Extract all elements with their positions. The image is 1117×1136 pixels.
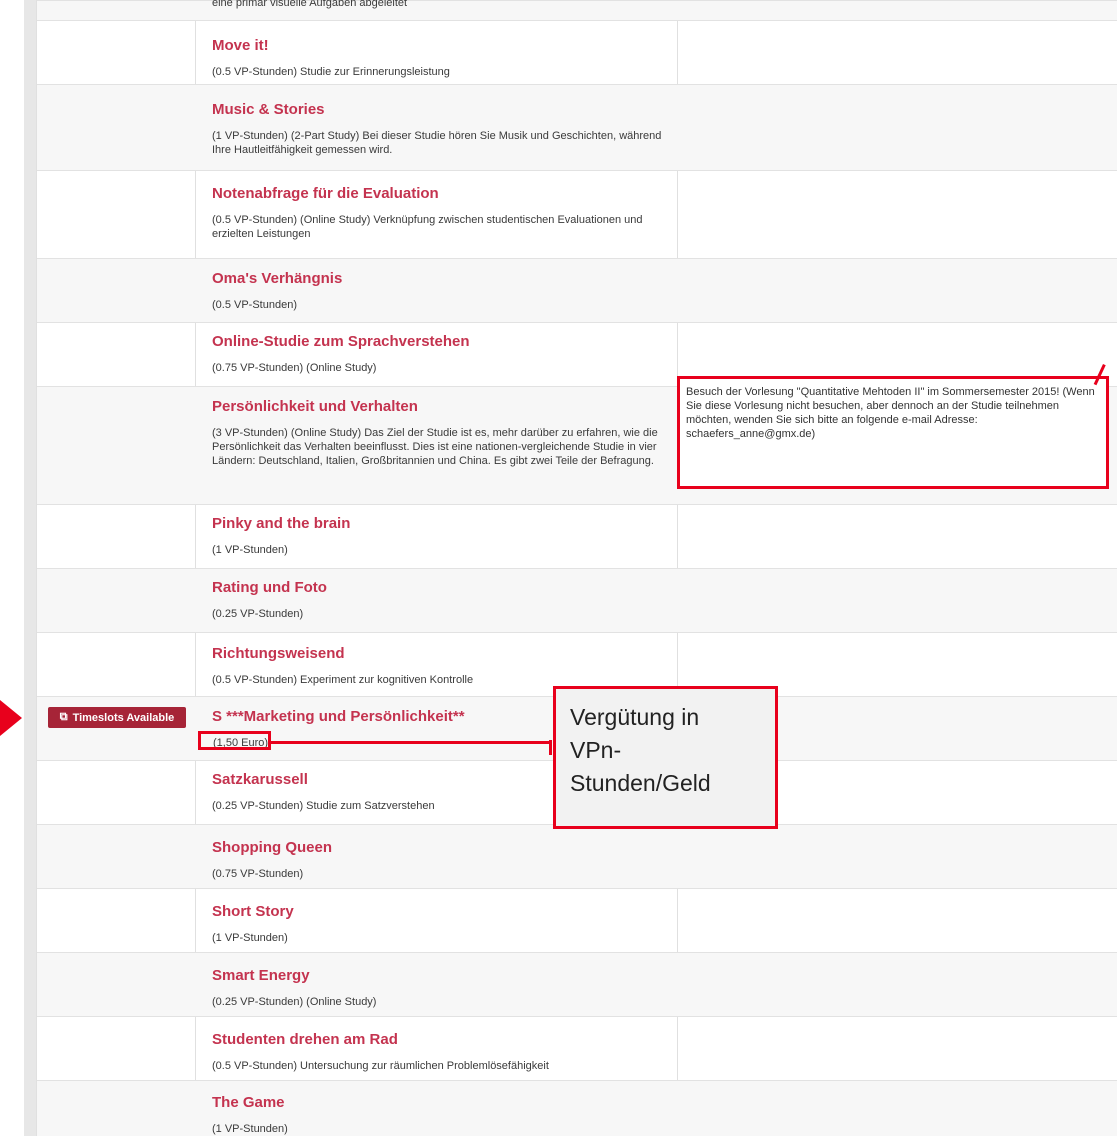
study-title-link[interactable]: Studenten drehen am Rad <box>212 1031 672 1049</box>
study-description: (0.25 VP-Stunden) (Online Study) <box>212 996 377 1008</box>
study-table: eine primär visuelle Aufgaben abgeleitet… <box>36 0 1117 1136</box>
table-row: The Game (1 VP-Stunden) <box>37 1080 1117 1136</box>
study-description: (1 VP-Stunden) <box>212 1123 288 1135</box>
external-link-icon: ⧉ <box>59 711 68 723</box>
study-description: (1 VP-Stunden) <box>212 932 288 944</box>
study-title-link[interactable]: Online-Studie zum Sprachverstehen <box>212 333 672 351</box>
study-description: (0.5 VP-Stunden) Untersuchung zur räumli… <box>212 1060 549 1072</box>
timeslots-available-label: Timeslots Available <box>72 711 175 724</box>
table-row: Short Story (1 VP-Stunden) <box>37 888 1117 952</box>
study-description: (0.5 VP-Stunden) Studie zur Erinnerungsl… <box>212 66 450 78</box>
table-row: Oma's Verhängnis (0.5 VP-Stunden) <box>37 258 1117 322</box>
table-row: Move it! (0.5 VP-Stunden) Studie zur Eri… <box>37 20 1117 84</box>
compensation-callout: Vergütung in VPn- Stunden/Geld <box>553 686 778 829</box>
timeslots-available-button[interactable]: ⧉ Timeslots Available <box>48 707 186 728</box>
study-title-link[interactable]: Move it! <box>212 37 672 55</box>
table-row: Shopping Queen (0.75 VP-Stunden) <box>37 824 1117 888</box>
study-description: (3 VP-Stunden) (Online Study) Das Ziel d… <box>212 427 658 467</box>
table-row: Smart Energy (0.25 VP-Stunden) (Online S… <box>37 952 1117 1016</box>
study-title-link[interactable]: Rating und Foto <box>212 579 672 597</box>
callout-line: Vergütung in <box>570 704 700 730</box>
annotation-connector <box>271 741 551 744</box>
study-title-link[interactable]: Short Story <box>212 903 672 921</box>
left-border <box>24 0 36 1136</box>
study-title-link[interactable]: Music & Stories <box>212 101 672 119</box>
annotation-arrow <box>0 700 22 736</box>
study-title-link[interactable]: The Game <box>212 1094 672 1112</box>
callout-line: VPn- <box>570 737 622 763</box>
study-description: (0.5 VP-Stunden) <box>212 299 297 311</box>
table-row: Rating und Foto (0.25 VP-Stunden) <box>37 568 1117 632</box>
study-title-link[interactable]: Smart Energy <box>212 967 672 985</box>
eligibility-note-text: Besuch der Vorlesung "Quantitative Mehto… <box>686 386 1095 440</box>
table-row: Studenten drehen am Rad (0.5 VP-Stunden)… <box>37 1016 1117 1080</box>
annotation-connector <box>549 740 552 755</box>
table-row: Pinky and the brain (1 VP-Stunden) <box>37 504 1117 568</box>
study-title-link[interactable]: Notenabfrage für die Evaluation <box>212 185 672 203</box>
study-description: (0.75 VP-Stunden) <box>212 868 304 880</box>
table-row: eine primär visuelle Aufgaben abgeleitet <box>37 0 1117 20</box>
study-description: (1 VP-Stunden) <box>212 544 288 556</box>
study-description: (0.75 VP-Stunden) (Online Study) <box>212 362 377 374</box>
study-title-link[interactable]: Oma's Verhängnis <box>212 270 672 288</box>
study-description: (0.25 VP-Stunden) <box>212 608 304 620</box>
study-title-link[interactable]: Richtungsweisend <box>212 645 672 663</box>
study-description: (0.5 VP-Stunden) Experiment zur kognitiv… <box>212 674 474 686</box>
table-row: Notenabfrage für die Evaluation (0.5 VP-… <box>37 170 1117 258</box>
study-title-link[interactable]: Pinky and the brain <box>212 515 672 533</box>
cut-off-description: eine primär visuelle Aufgaben abgeleitet <box>212 0 408 9</box>
table-row: Music & Stories (1 VP-Stunden) (2-Part S… <box>37 84 1117 170</box>
eligibility-note-highlight: Besuch der Vorlesung "Quantitative Mehto… <box>677 376 1109 489</box>
study-title-link[interactable]: Shopping Queen <box>212 839 672 857</box>
study-description: (1 VP-Stunden) (2-Part Study) Bei dieser… <box>212 130 662 156</box>
callout-line: Stunden/Geld <box>570 770 711 796</box>
compensation-highlight-box <box>198 731 271 750</box>
study-title-link[interactable]: Persönlichkeit und Verhalten <box>212 398 672 416</box>
study-description: (0.5 VP-Stunden) (Online Study) Verknüpf… <box>212 214 643 240</box>
